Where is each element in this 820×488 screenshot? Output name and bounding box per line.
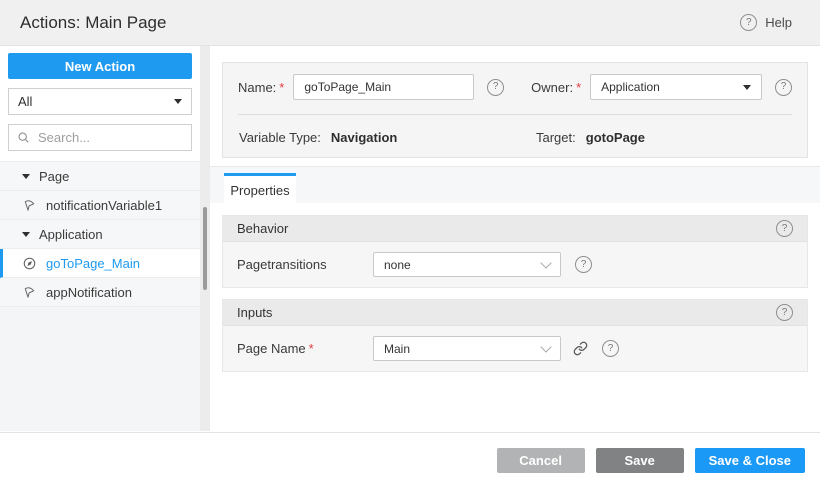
tree-item-notificationvariable1[interactable]: notificationVariable1: [0, 191, 200, 220]
search-input[interactable]: [36, 129, 183, 146]
search-box[interactable]: [8, 124, 192, 151]
cancel-button[interactable]: Cancel: [496, 448, 585, 473]
variable-type-label: Variable Type:: [239, 129, 321, 145]
sidebar: New Action All Page notificationVariable…: [0, 46, 200, 431]
owner-help-icon[interactable]: ?: [775, 78, 792, 96]
bind-link-icon[interactable]: [573, 341, 588, 356]
tree-item-label: appNotification: [46, 284, 132, 300]
required-marker: *: [308, 341, 314, 356]
page-title: Actions: Main Page: [20, 12, 167, 32]
inputs-section-header: Inputs ?: [223, 300, 807, 326]
tree-item-gotopage-main[interactable]: goToPage_Main: [0, 249, 200, 278]
name-input[interactable]: [293, 74, 475, 100]
behavior-help-icon[interactable]: ?: [776, 220, 793, 237]
caret-down-icon: [22, 173, 30, 179]
behavior-section-body: Pagetransitions none ?: [223, 242, 807, 287]
save-button[interactable]: Save: [595, 448, 684, 473]
filter-select[interactable]: All: [8, 88, 192, 115]
target-value: gotoPage: [585, 129, 645, 145]
variable-type-value: Navigation: [330, 129, 398, 145]
name-owner-row: Name:* ? Owner:* Application ?: [238, 72, 792, 102]
caret-down-icon: [743, 84, 751, 90]
owner-select-value: Application: [601, 80, 660, 94]
required-marker: *: [279, 79, 285, 95]
tree-item-label: goToPage_Main: [46, 255, 140, 271]
action-header-panel: Name:* ? Owner:* Application ? Variable …: [222, 62, 808, 158]
variable-type-group: Variable Type: Navigation: [239, 123, 397, 151]
caret-down-icon: [174, 99, 182, 104]
pagetransitions-help-icon[interactable]: ?: [575, 256, 592, 273]
save-close-button[interactable]: Save & Close: [694, 448, 805, 473]
tree-group-label: Application: [39, 226, 103, 242]
behavior-section-header: Behavior ?: [223, 216, 807, 242]
navigation-icon: [22, 256, 37, 271]
owner-label: Owner: *: [531, 79, 582, 95]
tree-group-application[interactable]: Application: [0, 220, 200, 249]
inputs-section: Inputs ? Page Name * Main ?: [222, 299, 808, 372]
name-help-icon[interactable]: ?: [487, 78, 505, 96]
target-label: Target:: [536, 129, 576, 145]
tab-properties[interactable]: Properties: [224, 173, 296, 204]
tree-group-label: Page: [39, 168, 70, 184]
help-label: Help: [765, 15, 792, 30]
meta-row: Variable Type: Navigation Target: gotoPa…: [238, 123, 792, 151]
owner-select[interactable]: Application: [590, 74, 762, 100]
page-name-label: Page Name *: [237, 341, 314, 356]
page-name-value: Main: [384, 341, 411, 356]
footer-bar: Cancel Save Save & Close: [0, 432, 820, 488]
help-button[interactable]: ? Help: [740, 0, 792, 45]
sidebar-controls: New Action All: [0, 46, 200, 161]
caret-down-icon: [22, 231, 30, 237]
pagetransitions-value: none: [384, 257, 411, 272]
tree-item-appnotification[interactable]: appNotification: [0, 278, 200, 307]
notification-icon: [22, 198, 37, 213]
chevron-down-icon: [540, 256, 552, 269]
action-tree: Page notificationVariable1 Application g…: [0, 161, 200, 307]
notification-icon: [22, 285, 37, 300]
panel-divider: [238, 114, 792, 115]
vertical-scrollbar[interactable]: [200, 46, 210, 431]
tab-strip: Properties: [210, 166, 820, 204]
top-bar: Actions: Main Page: [0, 0, 820, 46]
scrollbar-thumb[interactable]: [203, 207, 207, 290]
search-icon: [17, 131, 30, 144]
target-group: Target: gotoPage: [536, 123, 645, 151]
name-label: Name: *: [238, 79, 285, 95]
tree-group-page[interactable]: Page: [0, 162, 200, 191]
chevron-down-icon: [540, 340, 552, 353]
filter-select-value: All: [18, 94, 33, 109]
inputs-section-title: Inputs: [237, 305, 273, 320]
help-icon: ?: [740, 14, 758, 31]
pagetransitions-label: Pagetransitions: [237, 257, 327, 272]
behavior-section: Behavior ? Pagetransitions none ?: [222, 215, 808, 288]
page-name-dropdown[interactable]: Main: [373, 336, 561, 361]
behavior-section-title: Behavior: [237, 221, 289, 236]
page-name-help-icon[interactable]: ?: [602, 340, 619, 357]
main-content: Name:* ? Owner:* Application ? Variable …: [210, 46, 820, 431]
new-action-button[interactable]: New Action: [8, 53, 192, 79]
inputs-help-icon[interactable]: ?: [776, 304, 793, 321]
pagetransitions-dropdown[interactable]: none: [373, 252, 561, 277]
inputs-section-body: Page Name * Main ?: [223, 326, 807, 371]
tree-item-label: notificationVariable1: [46, 197, 163, 213]
required-marker: *: [576, 79, 582, 95]
